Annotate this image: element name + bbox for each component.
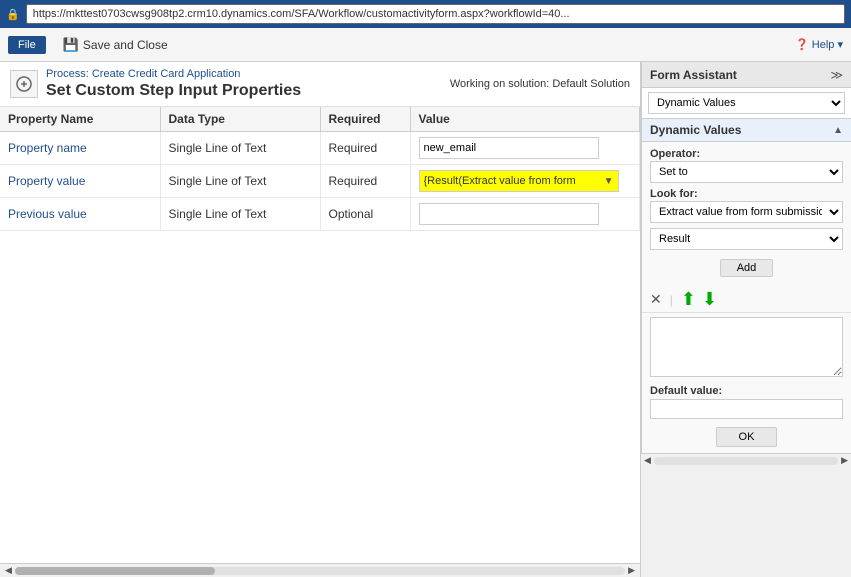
fa-ok-button[interactable]: OK <box>716 427 778 447</box>
value-cell-1 <box>410 132 640 165</box>
fa-default-label: Default value: <box>650 385 843 397</box>
scroll-left-arrow[interactable]: ◀ <box>2 565 15 576</box>
data-type-1: Single Line of Text <box>160 132 320 165</box>
fa-text-area[interactable] <box>650 317 843 377</box>
fa-delete-icon[interactable]: ✕ <box>650 291 662 308</box>
fa-expand-icon[interactable]: ≫ <box>830 68 843 82</box>
process-icon <box>10 70 38 98</box>
main-area: Process: Create Credit Card Application … <box>0 62 851 577</box>
horizontal-scrollbar[interactable]: ◀ ▶ <box>0 563 640 577</box>
dynamic-value-text: {Result(Extract value from form <box>424 175 602 187</box>
table-row: Previous value Single Line of Text Optio… <box>0 198 640 231</box>
required-3: Optional <box>320 198 410 231</box>
data-type-3: Single Line of Text <box>160 198 320 231</box>
prop-name-2[interactable]: Property value <box>0 165 160 198</box>
left-panel: Process: Create Credit Card Application … <box>0 62 641 577</box>
fa-move-up-icon[interactable]: ⬆ <box>681 289 696 310</box>
scroll-track[interactable] <box>15 567 625 575</box>
fa-header: Form Assistant ≫ <box>642 62 851 88</box>
fa-lookfor-group: Look for: Extract value from form submis… <box>650 188 843 223</box>
fa-operator-dropdown[interactable]: Set to <box>650 161 843 183</box>
prop-name-3[interactable]: Previous value <box>0 198 160 231</box>
fa-scroll-left[interactable]: ◀ <box>641 455 654 466</box>
fa-add-button[interactable]: Add <box>720 259 774 277</box>
help-button[interactable]: ❓ Help ▾ <box>795 38 843 51</box>
file-button[interactable]: File <box>8 36 46 54</box>
fa-scroll-right[interactable]: ▶ <box>838 455 851 466</box>
prop-name-1[interactable]: Property name <box>0 132 160 165</box>
fa-lookfor-dropdown[interactable]: Extract value from form submission <box>650 201 843 223</box>
fa-section-collapse[interactable]: ▲ <box>833 125 843 136</box>
fa-scroll-track[interactable] <box>654 457 838 465</box>
url-bar[interactable] <box>26 4 845 24</box>
page-title: Set Custom Step Input Properties <box>46 82 301 100</box>
dynamic-value-field[interactable]: {Result(Extract value from form ▼ <box>419 170 619 192</box>
fa-operator-group: Operator: Set to <box>650 148 843 183</box>
fa-default-section: Default value: <box>642 381 851 421</box>
col-data-type: Data Type <box>160 107 320 132</box>
process-info: Process: Create Credit Card Application … <box>46 68 301 100</box>
fa-move-down-icon[interactable]: ⬇ <box>702 289 717 310</box>
right-panel-wrapper: Form Assistant ≫ Dynamic Values Dynamic … <box>641 62 851 577</box>
fa-section-title: Dynamic Values <box>650 123 741 137</box>
properties-table-container: Property Name Data Type Required Value P… <box>0 107 640 231</box>
fa-ok-row: OK <box>642 421 851 453</box>
process-link[interactable]: Process: Create Credit Card Application <box>46 68 301 80</box>
toolbar: File 💾 Save and Close ❓ Help ▾ <box>0 28 851 62</box>
col-required: Required <box>320 107 410 132</box>
col-property-name: Property Name <box>0 107 160 132</box>
col-value: Value <box>410 107 640 132</box>
fa-action-row: ✕ | ⬆ ⬇ <box>642 287 851 313</box>
table-row: Property name Single Line of Text Requir… <box>0 132 640 165</box>
browser-chrome: 🔒 <box>0 0 851 28</box>
required-2: Required <box>320 165 410 198</box>
fa-operator-label: Operator: <box>650 148 843 160</box>
fa-default-input[interactable] <box>650 399 843 419</box>
fa-bottom-scroll[interactable]: ◀ ▶ <box>641 453 851 467</box>
value-cell-3 <box>410 198 640 231</box>
scroll-thumb[interactable] <box>15 567 215 575</box>
form-assistant-panel: Form Assistant ≫ Dynamic Values Dynamic … <box>641 62 851 453</box>
table-row: Property value Single Line of Text Requi… <box>0 165 640 198</box>
required-1: Required <box>320 132 410 165</box>
value-cell-2: {Result(Extract value from form ▼ <box>410 165 640 198</box>
fa-title: Form Assistant <box>650 68 830 82</box>
value-input-3[interactable] <box>419 203 599 225</box>
solution-label: Working on solution: Default Solution <box>450 78 630 90</box>
value-input-1[interactable] <box>419 137 599 159</box>
save-close-label: Save and Close <box>83 38 168 52</box>
fa-section-header: Dynamic Values ▲ <box>642 119 851 142</box>
scroll-right-arrow[interactable]: ▶ <box>625 565 638 576</box>
fa-body: Operator: Set to Look for: Extract value… <box>642 142 851 287</box>
properties-table: Property Name Data Type Required Value P… <box>0 107 640 231</box>
data-type-2: Single Line of Text <box>160 165 320 198</box>
fa-lookfor-label: Look for: <box>650 188 843 200</box>
save-icon: 💾 <box>63 37 79 53</box>
process-header: Process: Create Credit Card Application … <box>0 62 640 107</box>
fa-result-dropdown[interactable]: Result <box>650 228 843 250</box>
save-close-button[interactable]: 💾 Save and Close <box>54 34 177 56</box>
fa-divider-1: | <box>670 293 673 307</box>
dynamic-dropdown-arrow[interactable]: ▼ <box>604 176 614 187</box>
fa-top-dropdown-row: Dynamic Values <box>642 88 851 119</box>
fa-top-dropdown[interactable]: Dynamic Values <box>648 92 845 114</box>
lock-icon: 🔒 <box>6 8 20 21</box>
